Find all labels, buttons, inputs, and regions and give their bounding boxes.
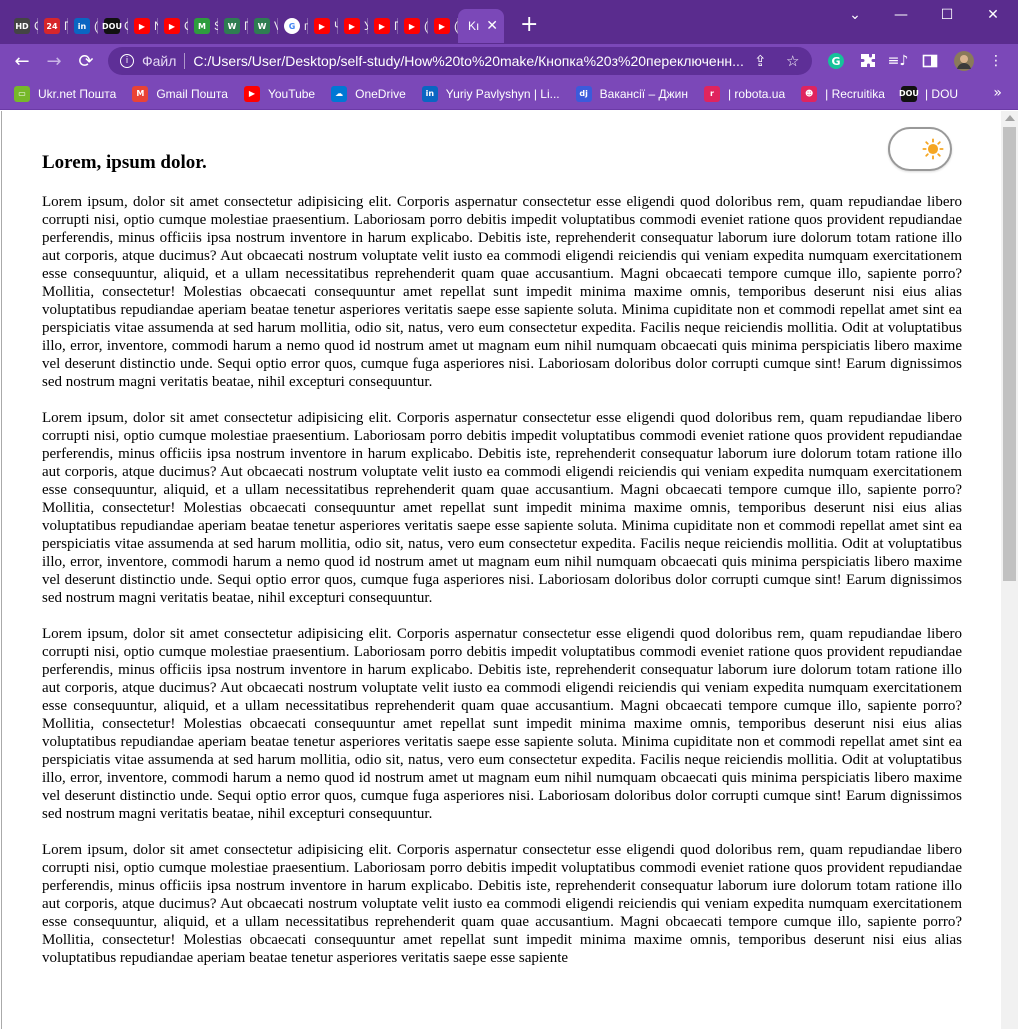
- youtube-icon: ▶: [344, 18, 360, 34]
- share-icon[interactable]: ⇪: [754, 52, 767, 70]
- back-button[interactable]: ←: [6, 45, 38, 77]
- browser-tab[interactable]: in(: [67, 9, 98, 43]
- youtube-icon: ▶: [404, 18, 420, 34]
- dou-icon: DOU: [102, 18, 122, 34]
- theme-toggle-switch[interactable]: [888, 127, 952, 171]
- close-tab-icon[interactable]: ✕: [486, 18, 498, 34]
- browser-tab[interactable]: ▶N: [127, 9, 158, 43]
- browser-tab[interactable]: ▶ У: [337, 9, 368, 43]
- youtube-icon: ▶: [243, 85, 260, 102]
- bookmark-item[interactable]: M Gmail Пошта: [132, 85, 228, 102]
- address-divider: [184, 53, 186, 69]
- w-icon: W: [224, 18, 240, 34]
- dou-icon: DOU: [899, 85, 919, 102]
- youtube-icon: ▶: [164, 18, 180, 34]
- onedrive-icon: ☁: [331, 85, 348, 102]
- recruitika-icon: ☻: [801, 85, 818, 102]
- gmail-icon: M: [132, 85, 149, 102]
- m-icon: M: [194, 18, 210, 34]
- svg-text:G: G: [831, 55, 840, 68]
- sun-icon: [922, 138, 944, 160]
- browser-tab[interactable]: ▶C: [157, 9, 188, 43]
- djinni-icon: dj: [575, 85, 592, 102]
- ukrnet-icon: ▭: [14, 85, 30, 102]
- scrollbar-thumb[interactable]: [1003, 127, 1016, 581]
- paragraph: Lorem ipsum, dolor sit amet consectetur …: [42, 194, 962, 390]
- browser-tab[interactable]: 24П: [37, 9, 68, 43]
- browser-tab[interactable]: ▶Ч: [307, 9, 338, 43]
- browser-tab[interactable]: WП: [217, 9, 248, 43]
- browser-tab[interactable]: DOUC: [97, 9, 128, 43]
- youtube-icon: ▶: [134, 18, 150, 34]
- page-heading: Lorem, ipsum dolor.: [42, 152, 207, 173]
- bookmark-item[interactable]: DOU | DOU: [899, 85, 959, 102]
- bookmarks-overflow-icon[interactable]: »: [993, 85, 1002, 101]
- menu-kebab-icon[interactable]: ⋮: [986, 51, 1006, 71]
- bookmark-label: | robota.ua: [727, 86, 786, 101]
- w-icon: W: [254, 18, 270, 34]
- linkedin-icon: in: [421, 85, 438, 102]
- hd-icon: HD: [14, 18, 30, 34]
- 24-icon: 24: [44, 18, 60, 34]
- browser-tab[interactable]: ▶(: [397, 9, 428, 43]
- scroll-up-arrow-icon[interactable]: [1005, 115, 1015, 121]
- tab-title: Kı: [468, 19, 480, 33]
- browser-tab[interactable]: ▶П: [367, 9, 398, 43]
- paragraph: Lorem ipsum, dolor sit amet consectetur …: [42, 842, 962, 966]
- tab-list: HDC24Пin(DOUC▶N▶CMSWПWVGп▶Ч▶У▶П▶(▶(Kı✕+: [0, 0, 538, 44]
- bookmarks-bar: ▭ Ukr.net Пошта M Gmail Пошта ▶ YouTube ☁ OneDr…: [0, 78, 1018, 110]
- robota-icon: r: [703, 85, 720, 102]
- bookmark-label: Ukr.net Пошта: [38, 86, 117, 101]
- bookmark-label: | Recruitika: [825, 86, 885, 101]
- address-bar[interactable]: i Файл C:/Users/User/Desktop/self-study/…: [108, 47, 812, 75]
- side-panel-icon[interactable]: [920, 51, 940, 71]
- profile-avatar[interactable]: [954, 51, 974, 71]
- bookmark-item[interactable]: ☁ OneDrive: [331, 85, 406, 102]
- bookmark-item[interactable]: ▶ YouTube: [243, 85, 316, 102]
- media-control-icon[interactable]: ≡♪: [888, 51, 909, 71]
- bookmark-item[interactable]: dj Вакансії – Джин: [575, 85, 688, 102]
- browser-tab[interactable]: HDC: [8, 9, 38, 43]
- bookmark-label: Yuriy Pavlyshyn | Li...: [445, 86, 560, 101]
- bookmark-star-icon[interactable]: ☆: [786, 52, 799, 70]
- grammarly-icon[interactable]: G: [826, 51, 846, 71]
- bookmark-item[interactable]: r | robota.ua: [703, 85, 786, 102]
- bookmark-label: OneDrive: [355, 86, 406, 101]
- address-url[interactable]: C:/Users/User/Desktop/self-study/How%20t…: [193, 53, 745, 69]
- file-scheme-label: Файл: [142, 53, 177, 69]
- youtube-icon: ▶: [374, 18, 390, 34]
- close-window-button[interactable]: ✕: [970, 0, 1016, 30]
- bookmark-label: YouTube: [267, 86, 316, 101]
- page-viewport: Lorem, ipsum dolor. Lorem ipsum, dolor s…: [1, 111, 1001, 1029]
- vertical-scrollbar[interactable]: [1001, 111, 1018, 1029]
- google-icon: G: [284, 18, 300, 34]
- tab-search-icon[interactable]: ⌄: [832, 0, 878, 30]
- bookmark-label: Gmail Пошта: [156, 86, 228, 101]
- reload-button[interactable]: ⟳: [70, 45, 102, 77]
- maximize-button[interactable]: ☐: [924, 0, 970, 30]
- linkedin-icon: in: [74, 18, 90, 34]
- bookmark-label: Вакансії – Джин: [599, 86, 688, 101]
- youtube-icon: ▶: [314, 18, 330, 34]
- forward-button[interactable]: →: [38, 45, 70, 77]
- page-content: Lorem, ipsum dolor. Lorem ipsum, dolor s…: [42, 149, 962, 985]
- extensions-icon[interactable]: [858, 51, 878, 71]
- youtube-icon: ▶: [434, 18, 450, 34]
- active-browser-tab[interactable]: Kı ✕: [457, 9, 504, 43]
- bookmark-item[interactable]: ☻ | Recruitika: [801, 85, 885, 102]
- browser-tab[interactable]: Gп: [277, 9, 308, 43]
- bookmark-item[interactable]: ▭ Ukr.net Пошта: [14, 85, 117, 102]
- bookmark-item[interactable]: in Yuriy Pavlyshyn | Li...: [421, 85, 560, 102]
- site-info-icon[interactable]: i: [120, 54, 134, 68]
- browser-tab[interactable]: ▶(: [427, 9, 458, 43]
- bookmark-label: | DOU: [924, 86, 959, 101]
- new-tab-button[interactable]: +: [520, 12, 538, 37]
- paragraph: Lorem ipsum, dolor sit amet consectetur …: [42, 410, 962, 606]
- minimize-button[interactable]: —: [878, 0, 924, 30]
- browser-tab[interactable]: MS: [187, 9, 218, 43]
- paragraph: Lorem ipsum, dolor sit amet consectetur …: [42, 626, 962, 822]
- browser-tab[interactable]: WV: [247, 9, 278, 43]
